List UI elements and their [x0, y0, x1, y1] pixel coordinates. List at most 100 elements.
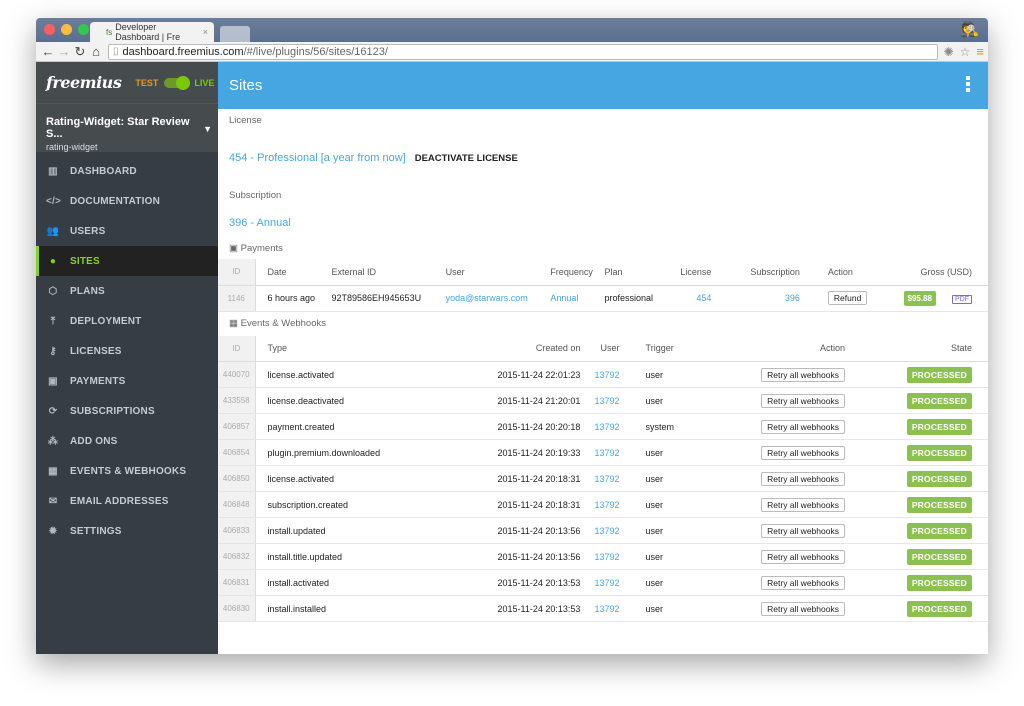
event-row: 406833 install.updated 2015-11-24 20:13:56…	[218, 517, 988, 544]
sidebar-item-users[interactable]: 👥 USERS	[36, 216, 218, 246]
license-link[interactable]: 454 - Professional [a year from now]	[229, 152, 406, 164]
payments-label: Payments	[240, 243, 283, 254]
event-user-link[interactable]: 13792	[580, 491, 620, 518]
events-header-6: State	[860, 335, 988, 362]
sidebar-item-events-webhooks[interactable]: ▦ EVENTS & WEBHOOKS	[36, 456, 218, 486]
event-action-cell: Retry all webhooks	[704, 439, 861, 466]
event-created-on: 2015-11-24 20:13:56	[450, 517, 581, 544]
retry-webhooks-button[interactable]: Retry all webhooks	[761, 601, 845, 616]
event-id: 406848	[218, 491, 256, 518]
new-tab-button[interactable]	[220, 26, 250, 42]
app-bar: Sites	[218, 62, 988, 109]
payment-user-link[interactable]: yoda@starwars.com	[445, 285, 551, 312]
back-icon[interactable]: ←	[40, 44, 56, 59]
bookmark-star-icon[interactable]: ☆	[960, 45, 971, 59]
mode-toggle[interactable]	[164, 75, 191, 90]
event-type: license.deactivated	[255, 387, 451, 414]
sidebar-item-payments[interactable]: ▣ PAYMENTS	[36, 366, 218, 396]
subscription-link[interactable]: 396 - Annual	[229, 217, 291, 229]
address-bar[interactable]: ▯ dashboard.freemius.com/#/live/plugins/…	[108, 43, 938, 60]
retry-webhooks-button[interactable]: Retry all webhooks	[761, 575, 845, 590]
browser-tab[interactable]: fs Developer Dashboard | Fre ×	[90, 22, 214, 42]
payment-id: 1146	[218, 285, 256, 312]
event-user-link[interactable]: 13792	[580, 595, 620, 622]
sidebar-item-settings[interactable]: ✹ SETTINGS	[36, 516, 218, 546]
state-badge: PROCESSED	[906, 444, 972, 461]
sidebar-item-documentation[interactable]: </> DOCUMENTATION	[36, 186, 218, 216]
license-id-link[interactable]: 454	[666, 285, 732, 312]
payments-header-5: Plan	[604, 259, 667, 286]
event-user-link[interactable]: 13792	[580, 387, 620, 414]
event-trigger: user	[619, 439, 705, 466]
event-state-cell: PROCESSED	[860, 569, 988, 596]
event-row: 406857 payment.created 2015-11-24 20:20:18…	[218, 413, 988, 440]
extension-icon[interactable]: ✺	[944, 45, 954, 59]
events-header-5: Action	[704, 335, 861, 362]
event-created-on: 2015-11-24 22:01:23	[450, 361, 581, 388]
favicon-icon: fs	[106, 27, 113, 37]
events-header-0: ID	[218, 335, 256, 362]
event-type: plugin.premium.downloaded	[255, 439, 451, 466]
event-action-cell: Retry all webhooks	[704, 413, 861, 440]
frequency-link[interactable]: Annual	[550, 285, 605, 312]
plugin-name: Rating-Widget: Star Review S...	[46, 116, 190, 140]
subscription-id-link[interactable]: 396	[731, 285, 820, 312]
home-icon[interactable]: ⌂	[88, 44, 104, 59]
event-action-cell: Retry all webhooks	[704, 517, 861, 544]
cubes-icon: ⁂	[47, 435, 59, 447]
sidebar-item-label: PLANS	[70, 285, 105, 297]
event-action-cell: Retry all webhooks	[704, 569, 861, 596]
retry-webhooks-button[interactable]: Retry all webhooks	[761, 471, 845, 486]
event-user-link[interactable]: 13792	[580, 569, 620, 596]
sidebar-item-deployment[interactable]: ⤒ DEPLOYMENT	[36, 306, 218, 336]
event-user-link[interactable]: 13792	[580, 465, 620, 492]
url-path: /#/live/plugins/56/sites/16123/	[243, 45, 388, 58]
retry-webhooks-button[interactable]: Retry all webhooks	[761, 393, 845, 408]
event-id: 406833	[218, 517, 256, 544]
event-row: 433558 license.deactivated 2015-11-24 21:2…	[218, 387, 988, 414]
sidebar-item-licenses[interactable]: ⚷ LICENSES	[36, 336, 218, 366]
sidebar-item-add-ons[interactable]: ⁂ ADD ONS	[36, 426, 218, 456]
retry-webhooks-button[interactable]: Retry all webhooks	[761, 497, 845, 512]
retry-webhooks-button[interactable]: Retry all webhooks	[761, 549, 845, 564]
tab-close-icon[interactable]: ×	[203, 27, 208, 37]
retry-webhooks-button[interactable]: Retry all webhooks	[761, 367, 845, 382]
reload-icon[interactable]: ↻	[72, 44, 88, 60]
maximize-window-button[interactable]	[78, 24, 89, 35]
close-window-button[interactable]	[44, 24, 55, 35]
pdf-invoice-icon[interactable]: PDF	[952, 295, 972, 304]
event-id: 433558	[218, 387, 256, 414]
event-id: 406850	[218, 465, 256, 492]
event-user-link[interactable]: 13792	[580, 439, 620, 466]
money-icon: ▣	[48, 375, 58, 387]
refund-button[interactable]: Refund	[827, 291, 868, 305]
sidebar-item-label: EVENTS & WEBHOOKS	[70, 465, 187, 477]
event-user-link[interactable]: 13792	[580, 413, 620, 440]
forward-icon[interactable]: →	[56, 44, 72, 59]
deactivate-license-button[interactable]: DEACTIVATE LICENSE	[415, 153, 518, 164]
subscription-label: Subscription	[229, 190, 282, 201]
sidebar-item-sites[interactable]: ● SITES	[36, 246, 218, 276]
retry-webhooks-button[interactable]: Retry all webhooks	[761, 445, 845, 460]
license-row: 454 - Professional [a year from now] DEA…	[218, 148, 988, 168]
minimize-window-button[interactable]	[61, 24, 72, 35]
event-user-link[interactable]: 13792	[580, 543, 620, 570]
more-options-icon[interactable]	[966, 76, 970, 92]
event-row: 406831 install.activated 2015-11-24 20:13:…	[218, 569, 988, 596]
events-header-4: Trigger	[619, 335, 705, 362]
sidebar-item-dashboard[interactable]: ▥ DASHBOARD	[36, 156, 218, 186]
retry-webhooks-button[interactable]: Retry all webhooks	[761, 419, 845, 434]
event-state-cell: PROCESSED	[860, 465, 988, 492]
sidebar-nav: ▥ DASHBOARD </> DOCUMENTATION 👥 USERS ● SITES ⬡ P…	[36, 152, 218, 546]
browser-menu-icon[interactable]: ≡	[976, 44, 984, 59]
event-user-link[interactable]: 13792	[580, 361, 620, 388]
sidebar-item-email-addresses[interactable]: ✉ EMAIL ADDRESSES	[36, 486, 218, 516]
retry-webhooks-button[interactable]: Retry all webhooks	[761, 523, 845, 538]
plugin-selector[interactable]: Rating-Widget: Star Review S... rating-w…	[36, 103, 218, 152]
event-type: payment.created	[255, 413, 451, 440]
bar-chart-icon: ▥	[48, 165, 58, 177]
sidebar-item-plans[interactable]: ⬡ PLANS	[36, 276, 218, 306]
sidebar-item-subscriptions[interactable]: ⟳ SUBSCRIPTIONS	[36, 396, 218, 426]
event-user-link[interactable]: 13792	[580, 517, 620, 544]
browser-window: fs Developer Dashboard | Fre × 🕵 ← → ↻ ⌂…	[36, 18, 988, 654]
